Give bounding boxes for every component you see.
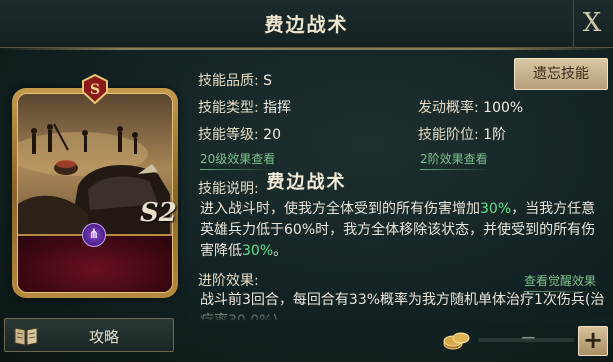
panel-title: 费边战术	[264, 14, 349, 36]
skill-level-row: 技能等级: 20	[198, 124, 281, 144]
command-type-icon: ⋔	[82, 223, 106, 247]
plus-button[interactable]: +	[578, 326, 608, 356]
description-text-1: 进入战斗时，使我方全体受到的所有伤害增加	[200, 201, 480, 217]
title-bar: 费边战术 X	[0, 0, 613, 50]
description-title: 技能说明:	[198, 181, 259, 197]
skill-quality-row: 技能品质: S	[198, 70, 272, 90]
skill-detail-panel: 费边战术 X S S2 ⋔ 费边战术 攻略 技能品质: S 遗忘技能 技能类型:…	[0, 0, 613, 362]
card-skill-name: 费边战术	[266, 172, 347, 193]
description-highlight-1: 30%	[480, 201, 512, 217]
description-highlight-2: 30%	[242, 243, 274, 259]
type-label: 技能类型:	[198, 100, 259, 116]
trigger-rate-row: 发动概率: 100%	[418, 97, 523, 117]
skill-tier-row: 技能阶位: 1阶	[418, 124, 506, 144]
skill-type-row: 技能类型: 指挥	[198, 97, 291, 117]
advanced-effect-title: 进阶效果:	[198, 273, 259, 289]
level-label: 技能等级:	[198, 127, 259, 143]
gold-coins-icon	[443, 332, 470, 350]
skill-description: 进入战斗时，使我方全体受到的所有伤害增加30%，当我方任意英雄兵力低于60%时，…	[200, 199, 605, 262]
tier-effect-link[interactable]: 2阶效果查看	[420, 150, 488, 170]
strategy-button-label: 攻略	[88, 328, 119, 346]
level-effect-link[interactable]: 20级效果查看	[200, 150, 276, 170]
quantity-controls: − +	[430, 322, 613, 362]
trigger-label: 发动概率:	[418, 100, 479, 116]
close-button[interactable]: X	[573, 0, 607, 48]
minus-icon[interactable]: −	[520, 325, 537, 349]
description-text-3: 。	[273, 243, 288, 259]
card-level-mark: S2	[140, 198, 177, 228]
grade-letter: S	[90, 82, 100, 98]
quality-value: S	[263, 73, 273, 89]
level-value: 20	[263, 127, 281, 143]
s-grade-badge: S	[82, 74, 108, 104]
strategy-guide-button[interactable]: 攻略	[4, 318, 174, 352]
tier-label: 技能阶位:	[418, 127, 479, 143]
quality-label: 技能品质:	[198, 73, 259, 89]
trigger-value: 100%	[483, 100, 524, 116]
tier-value: 1阶	[483, 127, 507, 143]
type-value: 指挥	[263, 100, 292, 116]
view-awaken-effect-link[interactable]: 查看觉醒效果	[524, 272, 597, 292]
scroll-fade	[190, 306, 613, 322]
forget-skill-button[interactable]: 遗忘技能	[514, 58, 608, 90]
